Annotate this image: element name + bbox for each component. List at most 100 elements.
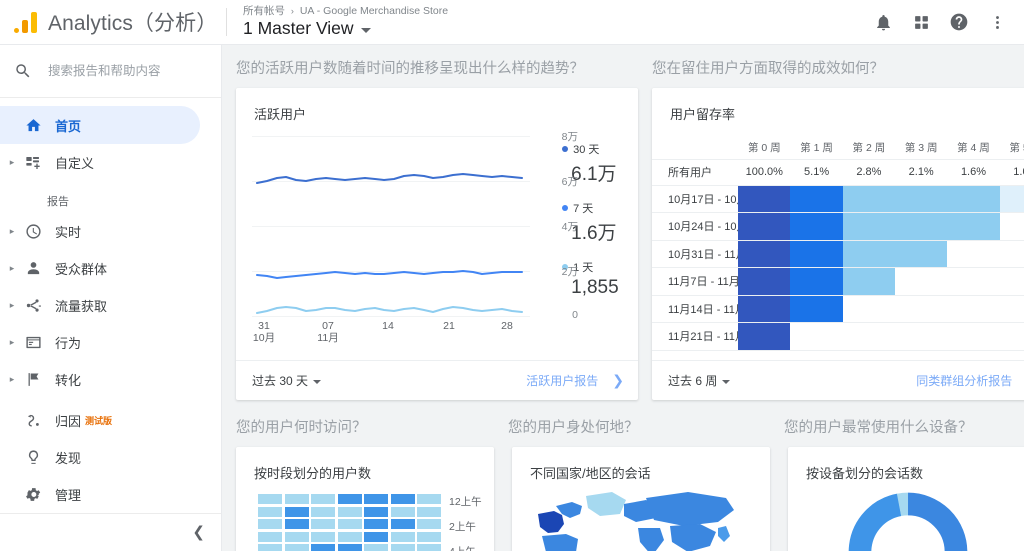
heatmap-cell <box>364 519 388 529</box>
date-range-select[interactable]: 过去 6 周 <box>668 372 731 389</box>
sidebar-item-customization[interactable]: ▸ 自定义 <box>0 144 221 181</box>
card-title: 不同国家/地区的会话 <box>530 466 651 481</box>
card-question: 您的用户身处何地？ <box>508 420 639 436</box>
date-range-select[interactable]: 过去 30 天 <box>252 372 322 389</box>
cohort-report-link[interactable]: 同类群组分析报告 ❯ <box>916 372 1024 389</box>
chevron-left-icon[interactable]: ❮ <box>192 525 205 540</box>
heatmap-cell <box>364 544 388 551</box>
main-dashboard: 您的活跃用户数随着时间的推移呈现出什么样的趋势？ 活跃用户 8万 6万 4万 2… <box>222 45 1024 551</box>
header-actions <box>866 5 1024 39</box>
hour-label: 2上午 <box>449 521 476 533</box>
sidebar-item-acquisition[interactable]: ▸ 流量获取 <box>0 287 221 324</box>
chevron-right-icon[interactable]: ▸ <box>5 226 19 237</box>
heatmap-cell <box>790 322 843 351</box>
sidebar-search-row[interactable] <box>0 45 221 98</box>
active-users-report-link[interactable]: 活跃用户报告 ❯ <box>526 372 624 389</box>
analytics-bars-icon <box>14 11 40 33</box>
map-column: 您的用户身处何地？ 不同国家/地区的会话 <box>494 404 770 551</box>
more-vert-icon[interactable] <box>980 5 1014 39</box>
row-label: 11月7日 - 11月13日 <box>652 267 739 296</box>
brand-block[interactable]: Analytics（分析） <box>0 7 222 37</box>
table-header-row: 第 0 周 第 1 周 第 2 周 第 3 周 第 4 周 第 5 周 <box>652 133 1024 159</box>
chevron-down-icon[interactable] <box>722 379 731 384</box>
heatmap-swatch <box>842 185 896 212</box>
status-badge: 测试版 <box>85 416 113 426</box>
active-users-line-chart: 8万 6万 4万 2万 0 31 10月 07 11月 14 21 28 <box>252 127 578 344</box>
heatmap-cell <box>258 544 282 551</box>
col-header: 第 1 周 <box>800 141 833 154</box>
donut-svg <box>848 492 968 551</box>
heatmap-cell <box>738 267 791 296</box>
left-sidebar: 首页 ▸ 自定义 报告 ▸ 实时 ▸ <box>0 45 222 551</box>
heatmap-cell <box>311 531 335 542</box>
hour-axis-labels: 12上午 2上午 4上午 <box>449 494 494 551</box>
heatmap-swatch <box>895 240 948 267</box>
search-input[interactable] <box>48 64 198 78</box>
retention-column: 您在留住用户方面取得的成效如何？ 用户留存率 第 0 周 第 1 周 第 2 周… <box>638 45 1024 400</box>
col-header: 第 2 周 <box>852 141 886 154</box>
y-axis-labels: 8万 6万 4万 2万 0 <box>540 127 580 321</box>
heatmap-cell <box>842 212 896 241</box>
table-row: 11月7日 - 11月13日 <box>652 267 1024 296</box>
row-label: 11月21日 - 11月27 <box>652 322 739 351</box>
table-row: 10月31日 - 11月6日 <box>652 240 1024 268</box>
col-header <box>652 133 738 159</box>
chevron-right-icon[interactable]: ▸ <box>5 374 19 385</box>
sidebar-item-attribution[interactable]: 归因 测试版 <box>0 402 221 439</box>
heatmap-swatch <box>738 213 791 240</box>
lightbulb-icon <box>19 449 47 466</box>
chevron-right-icon[interactable]: ▸ <box>5 263 19 274</box>
heatmap-swatch <box>895 185 948 212</box>
y-tick-label: 4万 <box>561 221 578 233</box>
card-sessions-by-country: 不同国家/地区的会话 <box>512 447 770 551</box>
chevron-right-icon[interactable]: ▸ <box>5 157 19 168</box>
heatmap-swatch <box>790 185 843 212</box>
product-name: Analytics（分析） <box>48 12 218 35</box>
hour-label: 4上午 <box>449 544 476 551</box>
behavior-icon <box>19 334 47 351</box>
heatmap-cell <box>738 185 791 213</box>
heatmap-cell <box>947 267 1000 296</box>
search-icon <box>16 64 30 78</box>
table-row: 11月14日 - 11月20 <box>652 295 1024 323</box>
card-question: 您在留住用户方面取得的成效如何？ <box>652 61 884 77</box>
sidebar-item-admin[interactable]: 管理 <box>0 476 221 513</box>
breadcrumb: 所有帐号 › UA - Google Merchandise Store <box>243 5 448 18</box>
heatmap-cell <box>417 519 441 529</box>
sidebar-item-label: 发现 <box>55 451 82 466</box>
sidebar-item-conversions[interactable]: ▸ 转化 <box>0 361 221 398</box>
help-icon[interactable] <box>942 5 976 39</box>
heatmap-cell <box>999 322 1024 351</box>
sidebar-item-audience[interactable]: ▸ 受众群体 <box>0 250 221 287</box>
chevron-right-icon[interactable]: ▸ <box>5 300 19 311</box>
sidebar-item-home[interactable]: 首页 <box>0 106 200 144</box>
heatmap-swatch <box>790 268 843 295</box>
sidebar-item-discover[interactable]: 发现 <box>0 439 221 476</box>
heatmap-cell <box>284 531 309 542</box>
breadcrumb-account[interactable]: 所有帐号 <box>243 5 285 17</box>
notifications-icon[interactable] <box>866 5 900 39</box>
card-title: 活跃用户 <box>254 107 307 122</box>
chevron-down-icon[interactable] <box>360 27 371 33</box>
sidebar-item-label: 流量获取 <box>55 299 108 314</box>
heatmap-cell <box>337 506 362 517</box>
heatmap-cell <box>842 240 896 268</box>
breadcrumb-property[interactable]: UA - Google Merchandise Store <box>300 5 448 17</box>
heatmap-cell <box>895 240 948 268</box>
link-label: 同类群组分析报告 <box>916 374 1013 388</box>
heatmap-cell <box>999 212 1024 241</box>
sidebar-item-behavior[interactable]: ▸ 行为 <box>0 324 221 361</box>
view-title-row[interactable]: 1 Master View <box>243 18 448 39</box>
view-selector-block[interactable]: 所有帐号 › UA - Google Merchandise Store 1 M… <box>243 0 448 45</box>
heatmap-swatch <box>738 240 791 267</box>
card-users-by-hour: 按时段划分的用户数 12上午 2上午 4上午 <box>236 447 494 551</box>
chevron-down-icon[interactable] <box>313 379 322 384</box>
card-title: 用户留存率 <box>670 107 736 122</box>
apps-grid-icon[interactable] <box>904 5 938 39</box>
world-map[interactable] <box>512 488 770 551</box>
heatmap-swatch <box>738 268 791 295</box>
chevron-right-icon[interactable]: ▸ <box>5 337 19 348</box>
card-title: 按时段划分的用户数 <box>254 466 372 481</box>
sidebar-item-realtime[interactable]: ▸ 实时 <box>0 213 221 250</box>
heatmap-swatch <box>738 323 791 350</box>
